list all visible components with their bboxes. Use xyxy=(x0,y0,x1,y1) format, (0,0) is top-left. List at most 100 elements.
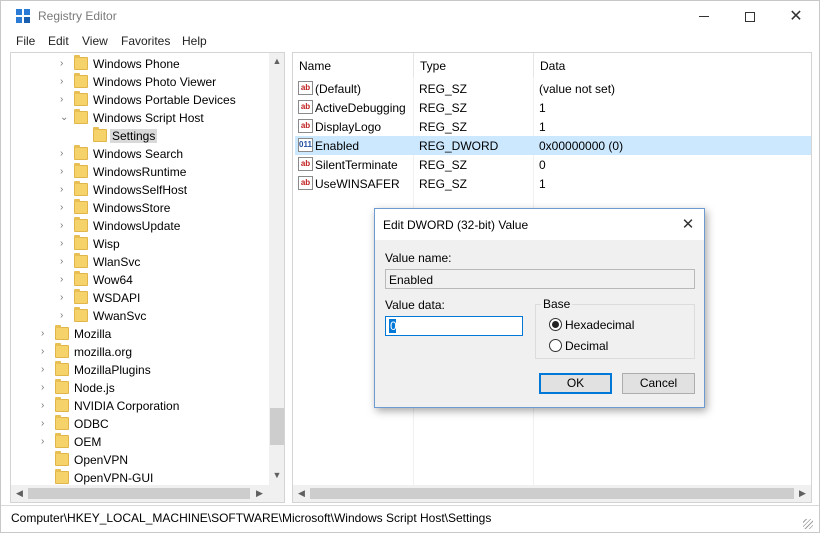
tree-item[interactable]: › Mozilla xyxy=(11,325,269,343)
column-data-header[interactable]: Data xyxy=(534,53,811,77)
tree-item[interactable]: › WlanSvc xyxy=(11,253,269,271)
expand-arrow-icon[interactable]: › xyxy=(41,364,51,376)
expand-arrow-icon[interactable] xyxy=(79,130,89,142)
expand-arrow-icon[interactable]: › xyxy=(41,436,51,448)
expand-arrow-icon[interactable]: › xyxy=(60,184,70,196)
expand-arrow-icon[interactable]: › xyxy=(60,148,70,160)
tree-scroll-thumb[interactable] xyxy=(270,408,284,445)
scroll-right-arrow-icon[interactable]: ▶ xyxy=(251,485,268,502)
expand-arrow-icon[interactable] xyxy=(41,454,51,466)
collapse-arrow-icon[interactable]: ⌄ xyxy=(60,112,70,124)
minimize-button[interactable] xyxy=(681,1,727,32)
tree-item[interactable]: › WSDAPI xyxy=(11,289,269,307)
tree-item-label: Wow64 xyxy=(93,273,133,287)
cancel-button[interactable]: Cancel xyxy=(622,373,695,394)
value-data-label: Value data: xyxy=(385,298,445,312)
title-bar: Registry Editor ✕ xyxy=(1,1,819,32)
expand-arrow-icon[interactable]: › xyxy=(60,310,70,322)
column-name-header[interactable]: Name xyxy=(293,53,414,77)
expand-arrow-icon[interactable]: › xyxy=(41,346,51,358)
scroll-left-arrow-icon[interactable]: ◀ xyxy=(11,485,28,502)
expand-arrow-icon[interactable]: › xyxy=(41,418,51,430)
tree-item-label: WindowsRuntime xyxy=(93,165,187,179)
tree-hscroll-thumb[interactable] xyxy=(28,488,250,499)
decimal-radio[interactable] xyxy=(549,339,562,352)
tree-item[interactable]: › mozilla.org xyxy=(11,343,269,361)
expand-arrow-icon[interactable]: › xyxy=(60,220,70,232)
ok-button[interactable]: OK xyxy=(539,373,612,394)
value-data: (value not set) xyxy=(539,82,616,96)
value-row[interactable]: ab UseWINSAFER REG_SZ 1 xyxy=(295,174,811,193)
close-button[interactable]: ✕ xyxy=(773,1,819,32)
menu-help[interactable]: Help xyxy=(182,34,207,48)
minimize-icon xyxy=(699,16,709,17)
tree-item[interactable]: › Windows Portable Devices xyxy=(11,91,269,109)
tree-item[interactable]: › Windows Phone xyxy=(11,55,269,73)
scroll-left-arrow-icon[interactable]: ◀ xyxy=(293,485,310,502)
menu-favorites[interactable]: Favorites xyxy=(121,34,170,48)
value-row[interactable]: ab SilentTerminate REG_SZ 0 xyxy=(295,155,811,174)
menu-file[interactable]: File xyxy=(16,34,35,48)
tree-item[interactable]: › WwanSvc xyxy=(11,307,269,325)
expand-arrow-icon[interactable]: › xyxy=(60,58,70,70)
list-horizontal-scrollbar[interactable]: ◀ ▶ xyxy=(293,485,811,502)
tree-item[interactable]: › ODBC xyxy=(11,415,269,433)
value-row[interactable]: ab ActiveDebugging REG_SZ 1 xyxy=(295,98,811,117)
tree-item[interactable]: › WindowsStore xyxy=(11,199,269,217)
menu-edit[interactable]: Edit xyxy=(48,34,69,48)
value-type: REG_SZ xyxy=(419,82,468,96)
expand-arrow-icon[interactable]: › xyxy=(41,400,51,412)
menu-view[interactable]: View xyxy=(82,34,108,48)
expand-arrow-icon[interactable]: › xyxy=(60,76,70,88)
tree-item[interactable]: › Node.js xyxy=(11,379,269,397)
expand-arrow-icon[interactable]: › xyxy=(60,94,70,106)
tree-item[interactable]: › Windows Search xyxy=(11,145,269,163)
maximize-button[interactable] xyxy=(727,1,773,32)
expand-arrow-icon[interactable]: › xyxy=(41,328,51,340)
expand-arrow-icon[interactable] xyxy=(41,472,51,484)
value-row[interactable]: 011 Enabled REG_DWORD 0x00000000 (0) xyxy=(295,136,811,155)
folder-icon xyxy=(74,199,88,214)
tree-item[interactable]: › Wow64 xyxy=(11,271,269,289)
value-data-input[interactable] xyxy=(385,316,523,336)
tree-item[interactable]: OpenVPN xyxy=(11,451,269,469)
edit-dword-dialog: Edit DWORD (32-bit) Value ✕ Value name: … xyxy=(374,208,705,408)
decimal-label[interactable]: Decimal xyxy=(565,339,608,353)
tree-item[interactable]: › NVIDIA Corporation xyxy=(11,397,269,415)
scroll-down-arrow-icon[interactable]: ▼ xyxy=(269,467,284,483)
scroll-right-arrow-icon[interactable]: ▶ xyxy=(794,485,811,502)
registry-editor-icon xyxy=(16,9,31,24)
hexadecimal-label[interactable]: Hexadecimal xyxy=(565,318,634,332)
tree-item[interactable]: › Wisp xyxy=(11,235,269,253)
expand-arrow-icon[interactable]: › xyxy=(60,166,70,178)
value-data: 0x00000000 (0) xyxy=(539,139,624,153)
tree-horizontal-scrollbar[interactable]: ◀ ▶ xyxy=(11,485,284,502)
column-type-header[interactable]: Type xyxy=(414,53,534,77)
expand-arrow-icon[interactable]: › xyxy=(60,274,70,286)
value-row[interactable]: ab (Default) REG_SZ (value not set) xyxy=(295,79,811,98)
tree-item[interactable]: › WindowsRuntime xyxy=(11,163,269,181)
resize-grip-icon[interactable] xyxy=(803,519,813,529)
tree-item[interactable]: ⌄ Windows Script Host xyxy=(11,109,269,127)
expand-arrow-icon[interactable]: › xyxy=(60,238,70,250)
value-row[interactable]: ab DisplayLogo REG_SZ 1 xyxy=(295,117,811,136)
registry-tree[interactable]: ▲ ▼ ◀ ▶ › Windows Phone › Windows Photo Vie… xyxy=(10,52,285,503)
folder-icon xyxy=(74,235,88,250)
tree-item[interactable]: › OEM xyxy=(11,433,269,451)
expand-arrow-icon[interactable]: › xyxy=(60,292,70,304)
tree-item[interactable]: › WindowsSelfHost xyxy=(11,181,269,199)
scroll-up-arrow-icon[interactable]: ▲ xyxy=(269,53,284,69)
tree-vertical-scrollbar[interactable]: ▲ ▼ xyxy=(269,53,284,485)
tree-item[interactable]: › WindowsUpdate xyxy=(11,217,269,235)
dialog-close-icon[interactable]: ✕ xyxy=(672,209,704,240)
expand-arrow-icon[interactable]: › xyxy=(41,382,51,394)
list-hscroll-thumb[interactable] xyxy=(310,488,794,499)
tree-item[interactable]: › Windows Photo Viewer xyxy=(11,73,269,91)
tree-item[interactable]: › MozillaPlugins xyxy=(11,361,269,379)
tree-item[interactable]: Settings xyxy=(11,127,269,145)
tree-item[interactable]: OpenVPN-GUI xyxy=(11,469,269,487)
expand-arrow-icon[interactable]: › xyxy=(60,256,70,268)
hexadecimal-radio[interactable] xyxy=(549,318,562,331)
value-type: REG_DWORD xyxy=(419,139,499,153)
expand-arrow-icon[interactable]: › xyxy=(60,202,70,214)
